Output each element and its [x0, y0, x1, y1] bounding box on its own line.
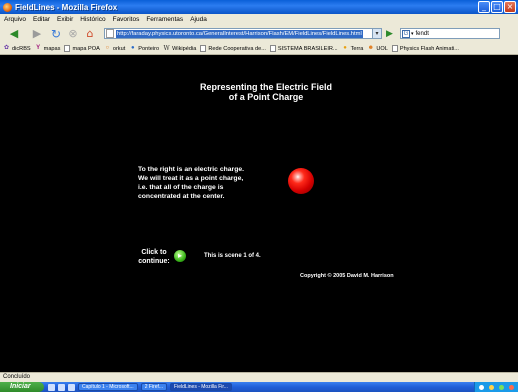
- forward-button[interactable]: ▶: [28, 27, 46, 41]
- bookmark-uol[interactable]: ☻ UOL: [367, 45, 388, 52]
- page-icon: [64, 45, 71, 52]
- page-icon: [269, 45, 276, 52]
- yahoo-icon: Y: [36, 45, 41, 51]
- url-dropdown-icon[interactable]: ▾: [372, 29, 381, 38]
- taskbar-item-word[interactable]: Capítulo 1 - Microsoft...: [78, 383, 138, 391]
- navigation-toolbar: ◀ ▶ ↻ ⊗ ⌂ http://faraday.physics.utoront…: [0, 24, 518, 43]
- quick-launch-icon[interactable]: [48, 383, 55, 391]
- start-button[interactable]: Iniciar: [0, 382, 44, 392]
- system-tray: [474, 382, 518, 392]
- bookmark-sistema-brasileiro[interactable]: SISTEMA BRASILEIR...: [269, 45, 338, 52]
- menu-editar[interactable]: Editar: [33, 16, 50, 23]
- wikipedia-icon: W: [163, 45, 170, 52]
- taskbar: Iniciar Capítulo 1 - Microsoft... 2 Fire…: [0, 382, 518, 392]
- bookmark-physics-flash[interactable]: Physics Flash Animati...: [391, 45, 459, 52]
- intro-line-2: We will treat it as a point charge,: [138, 175, 244, 182]
- flower-icon: ✿: [3, 45, 10, 51]
- title-line-2: of a Point Charge: [228, 92, 304, 102]
- window-title: FieldLines - Mozilla Firefox: [15, 2, 118, 12]
- continue-button[interactable]: ▸: [174, 250, 186, 262]
- window-titlebar: FieldLines - Mozilla Firefox _ □ ×: [0, 0, 518, 14]
- tray-icon[interactable]: [508, 384, 514, 390]
- intro-text: To the right is an electric charge. We w…: [138, 165, 298, 201]
- continue-label: Click to continue:: [136, 248, 172, 266]
- back-button[interactable]: ◀: [3, 27, 25, 41]
- point-charge: [288, 168, 314, 194]
- scene-counter: This is scene 1 of 4.: [204, 253, 261, 259]
- search-value[interactable]: fendt: [416, 31, 429, 37]
- continue-line-1: Click to: [141, 249, 167, 256]
- intro-line-3: i.e. that all of the charge is: [138, 184, 224, 191]
- intro-line-1: To the right is an electric charge.: [138, 166, 245, 173]
- bookmark-dicrbs[interactable]: ✿ dicRBS: [3, 45, 31, 52]
- uol-icon: ☻: [367, 45, 374, 51]
- home-icon[interactable]: ⌂: [83, 27, 97, 41]
- copyright-text: Copyright © 2005 David M. Harrison: [300, 273, 394, 279]
- menu-historico[interactable]: Histórico: [80, 16, 105, 23]
- page-icon: [200, 45, 207, 52]
- menu-ajuda[interactable]: Ajuda: [190, 16, 207, 23]
- chevron-down-icon[interactable]: ▾: [411, 31, 414, 37]
- menu-exibir[interactable]: Exibir: [57, 16, 73, 23]
- quick-launch: [48, 383, 75, 391]
- page-icon: [391, 45, 398, 52]
- tray-icon[interactable]: [489, 384, 495, 390]
- go-button[interactable]: ▶: [386, 29, 396, 39]
- firefox-icon: [3, 2, 12, 12]
- close-button[interactable]: ×: [504, 1, 516, 13]
- status-text: Concluído: [3, 374, 31, 380]
- url-bar[interactable]: http://faraday.physics.utoronto.ca/Gener…: [104, 28, 382, 39]
- stop-icon[interactable]: ⊗: [66, 27, 80, 41]
- menu-favoritos[interactable]: Favoritos: [113, 16, 140, 23]
- tray-icon[interactable]: [498, 384, 504, 390]
- status-bar: Concluído: [0, 372, 518, 382]
- maximize-button[interactable]: □: [491, 1, 503, 13]
- title-line-1: Representing the Electric Field: [199, 82, 333, 92]
- page-icon: [106, 29, 114, 38]
- bookmarks-toolbar: ✿ dicRBS Ymapas mapa POA ○ orkut ● Ponteiro…: [0, 43, 518, 55]
- intro-line-4: concentrated at the center.: [138, 193, 225, 200]
- tray-icon[interactable]: [479, 384, 485, 390]
- menu-bar: Arquivo Editar Exibir Histórico Favorito…: [0, 14, 518, 24]
- bookmark-wikipedia[interactable]: W Wikipédia: [163, 45, 197, 52]
- bookmark-ponteiro[interactable]: ● Ponteiro: [129, 45, 159, 52]
- bookmark-orkut[interactable]: ○ orkut: [104, 45, 126, 52]
- menu-arquivo[interactable]: Arquivo: [4, 16, 26, 23]
- reload-icon[interactable]: ↻: [49, 27, 63, 41]
- globe-icon: ●: [130, 45, 135, 51]
- taskbar-item-fieldlines[interactable]: FieldLines - Mozilla Fir...: [170, 383, 232, 391]
- bookmark-rede-cooperativa[interactable]: Rede Cooperativa de...: [200, 45, 266, 52]
- search-input[interactable]: G ▾ fendt: [400, 28, 500, 39]
- taskbar-item-firefox-group[interactable]: 2 Firef...: [140, 383, 168, 391]
- window-controls: _ □ ×: [478, 1, 516, 13]
- flash-content[interactable]: Representing the Electric Field of a Poi…: [0, 56, 518, 372]
- search-engine-icon[interactable]: G: [402, 29, 410, 38]
- quick-launch-icon[interactable]: [68, 383, 75, 391]
- bookmark-terra[interactable]: ● Terra: [342, 45, 363, 52]
- bookmark-mapas[interactable]: Ymapas: [35, 45, 60, 52]
- menu-ferramentas[interactable]: Ferramentas: [146, 16, 183, 23]
- quick-launch-icon[interactable]: [58, 383, 65, 391]
- url-text[interactable]: http://faraday.physics.utoronto.ca/Gener…: [116, 29, 363, 38]
- terra-icon: ●: [343, 45, 347, 51]
- orkut-icon: ○: [105, 45, 110, 51]
- bookmark-mapa-poa[interactable]: mapa POA: [64, 45, 100, 52]
- page-title: Representing the Electric Field of a Poi…: [0, 82, 518, 102]
- minimize-button[interactable]: _: [478, 1, 490, 13]
- continue-line-2: continue:: [138, 258, 170, 265]
